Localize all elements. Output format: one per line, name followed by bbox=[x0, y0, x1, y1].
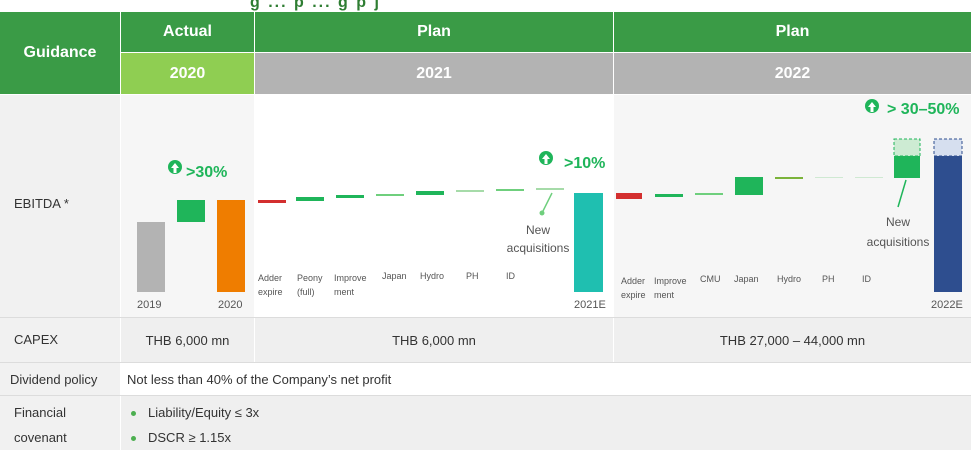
cat-label: Improve ment bbox=[334, 273, 367, 297]
cat-label: ID bbox=[506, 271, 515, 281]
capex-2022: THB 27,000 – 44,000 mn bbox=[719, 332, 866, 348]
bar-2021-hydro bbox=[416, 191, 444, 195]
bar-2019 bbox=[137, 222, 165, 292]
cat-label: Peony (full) bbox=[297, 273, 323, 297]
covenant-item-1: Liability/Equity ≤ 3x bbox=[131, 405, 259, 420]
new-acq-label-2021: New acquisitions bbox=[506, 223, 570, 255]
cat-label: Hydro bbox=[420, 271, 445, 281]
cat-label: Japan bbox=[734, 274, 759, 284]
bar-2021-peony bbox=[296, 197, 324, 201]
cat-label: Adder expire bbox=[621, 276, 646, 300]
bar-2022-japan bbox=[735, 177, 763, 195]
bar-2021-new-acq bbox=[536, 188, 564, 190]
bar-2022-new-acq-range bbox=[893, 138, 921, 157]
cat-label: PH bbox=[466, 271, 479, 281]
bullet-icon bbox=[131, 411, 136, 417]
bar-2021-ph bbox=[456, 190, 484, 192]
new-acq-pointer-2021 bbox=[541, 192, 553, 214]
row-divider bbox=[0, 362, 971, 363]
arrow-up-icon bbox=[168, 160, 182, 174]
bar-2022-ph bbox=[815, 177, 843, 178]
covenant-item-2: DSCR ≥ 1.15x bbox=[131, 430, 231, 445]
capex-2021: THB 6,000 mn bbox=[392, 332, 476, 348]
covenant-label-line1: Financial bbox=[14, 405, 67, 420]
bar-2021-id bbox=[496, 189, 524, 191]
bar-2022-hydro bbox=[775, 177, 803, 179]
capex-2020: THB 6,000 mn bbox=[145, 332, 230, 348]
arrow-up-icon bbox=[865, 99, 879, 113]
bar-2021-improvement bbox=[336, 195, 364, 198]
bar-2020-increase bbox=[177, 200, 205, 222]
covenant-label-line2: covenant bbox=[14, 430, 67, 445]
ebitda-waterfall-chart bbox=[137, 99, 963, 292]
bar-2021-japan bbox=[376, 194, 404, 196]
bar-2021E bbox=[574, 193, 603, 292]
cat-label: CMU bbox=[700, 274, 721, 284]
cat-label: 2019 bbox=[137, 299, 162, 311]
cat-label: 2021E bbox=[574, 299, 606, 311]
cat-label: 2020 bbox=[218, 299, 243, 311]
new-acq-label-2022: New acquisitions bbox=[866, 215, 930, 249]
bar-2022-cmu bbox=[695, 193, 723, 195]
bar-2022-adder-expire bbox=[616, 193, 642, 199]
bar-2022-improvement bbox=[655, 194, 683, 197]
arrow-up-icon bbox=[539, 151, 553, 165]
cat-label: ID bbox=[862, 274, 871, 284]
bar-2021-adder-expire bbox=[258, 200, 286, 203]
growth-2020: >30% bbox=[186, 164, 228, 181]
new-acq-dot-2021 bbox=[539, 210, 545, 216]
row-divider bbox=[0, 395, 971, 396]
growth-2021: >10% bbox=[564, 155, 606, 172]
cat-label: Hydro bbox=[777, 274, 802, 284]
bar-2022E bbox=[934, 156, 962, 292]
bar-2022-new-acq bbox=[894, 156, 920, 178]
cat-label: Japan bbox=[382, 271, 407, 281]
bar-2022E-range bbox=[933, 138, 963, 157]
new-acq-pointer-2022 bbox=[897, 179, 907, 208]
cat-label: Improve ment bbox=[654, 276, 687, 300]
bullet-icon bbox=[131, 436, 136, 442]
cat-label: PH bbox=[822, 274, 835, 284]
dividend-label: Dividend policy bbox=[10, 372, 98, 387]
capex-label: CAPEX bbox=[14, 332, 59, 347]
bar-2020 bbox=[217, 200, 245, 292]
dividend-text: Not less than 40% of the Company’s net p… bbox=[127, 372, 392, 387]
cat-label: 2022E bbox=[931, 299, 963, 311]
cat-label: Adder expire bbox=[258, 273, 283, 297]
bar-2022-id bbox=[855, 177, 883, 178]
growth-2022: > 30–50% bbox=[887, 101, 960, 118]
